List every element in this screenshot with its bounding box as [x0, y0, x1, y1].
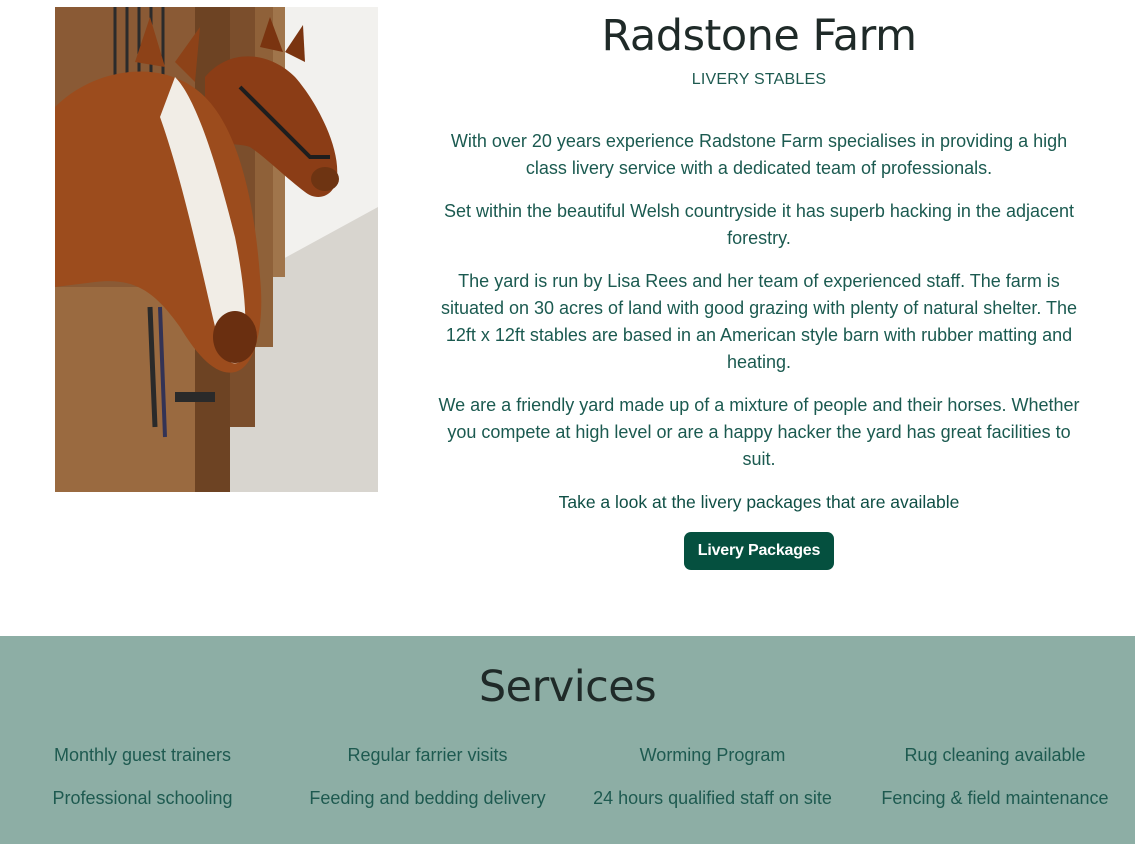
service-item: Rug cleaning available — [904, 745, 1086, 765]
page-subtitle: LIVERY STABLES — [691, 71, 827, 88]
intro-paragraph: With over 20 years experience Radstone F… — [450, 131, 1068, 178]
service-item: 24 hours qualified staff on site — [593, 788, 832, 808]
horses-stable-image — [55, 7, 378, 492]
service-item: Regular farrier visits — [347, 745, 508, 765]
service-item: Monthly guest trainers — [53, 745, 232, 765]
intro-paragraphs: With over 20 years experience Radstone F… — [432, 128, 1086, 473]
service-item: Worming Program — [639, 745, 786, 765]
livery-packages-button[interactable]: Livery Packages — [683, 532, 835, 570]
services-title: Services — [478, 662, 657, 712]
intro-section: Radstone Farm LIVERY STABLES With over 2… — [432, 0, 1086, 570]
intro-paragraph: We are a friendly yard made up of a mixt… — [438, 395, 1080, 469]
livery-cta-text: Take a look at the livery packages that … — [558, 492, 960, 512]
intro-paragraph: The yard is run by Lisa Rees and her tea… — [440, 271, 1078, 372]
horses-stable-photo — [55, 7, 378, 492]
intro-paragraph: Set within the beautiful Welsh countrysi… — [443, 201, 1075, 248]
service-item: Professional schooling — [52, 788, 233, 808]
services-list: Monthly guest trainers Regular farrier v… — [0, 744, 1135, 809]
service-item: Feeding and bedding delivery — [309, 788, 546, 808]
services-section: Services Monthly guest trainers Regular … — [0, 636, 1135, 844]
page-title: Radstone Farm — [601, 11, 917, 61]
service-item: Fencing & field maintenance — [881, 788, 1109, 808]
